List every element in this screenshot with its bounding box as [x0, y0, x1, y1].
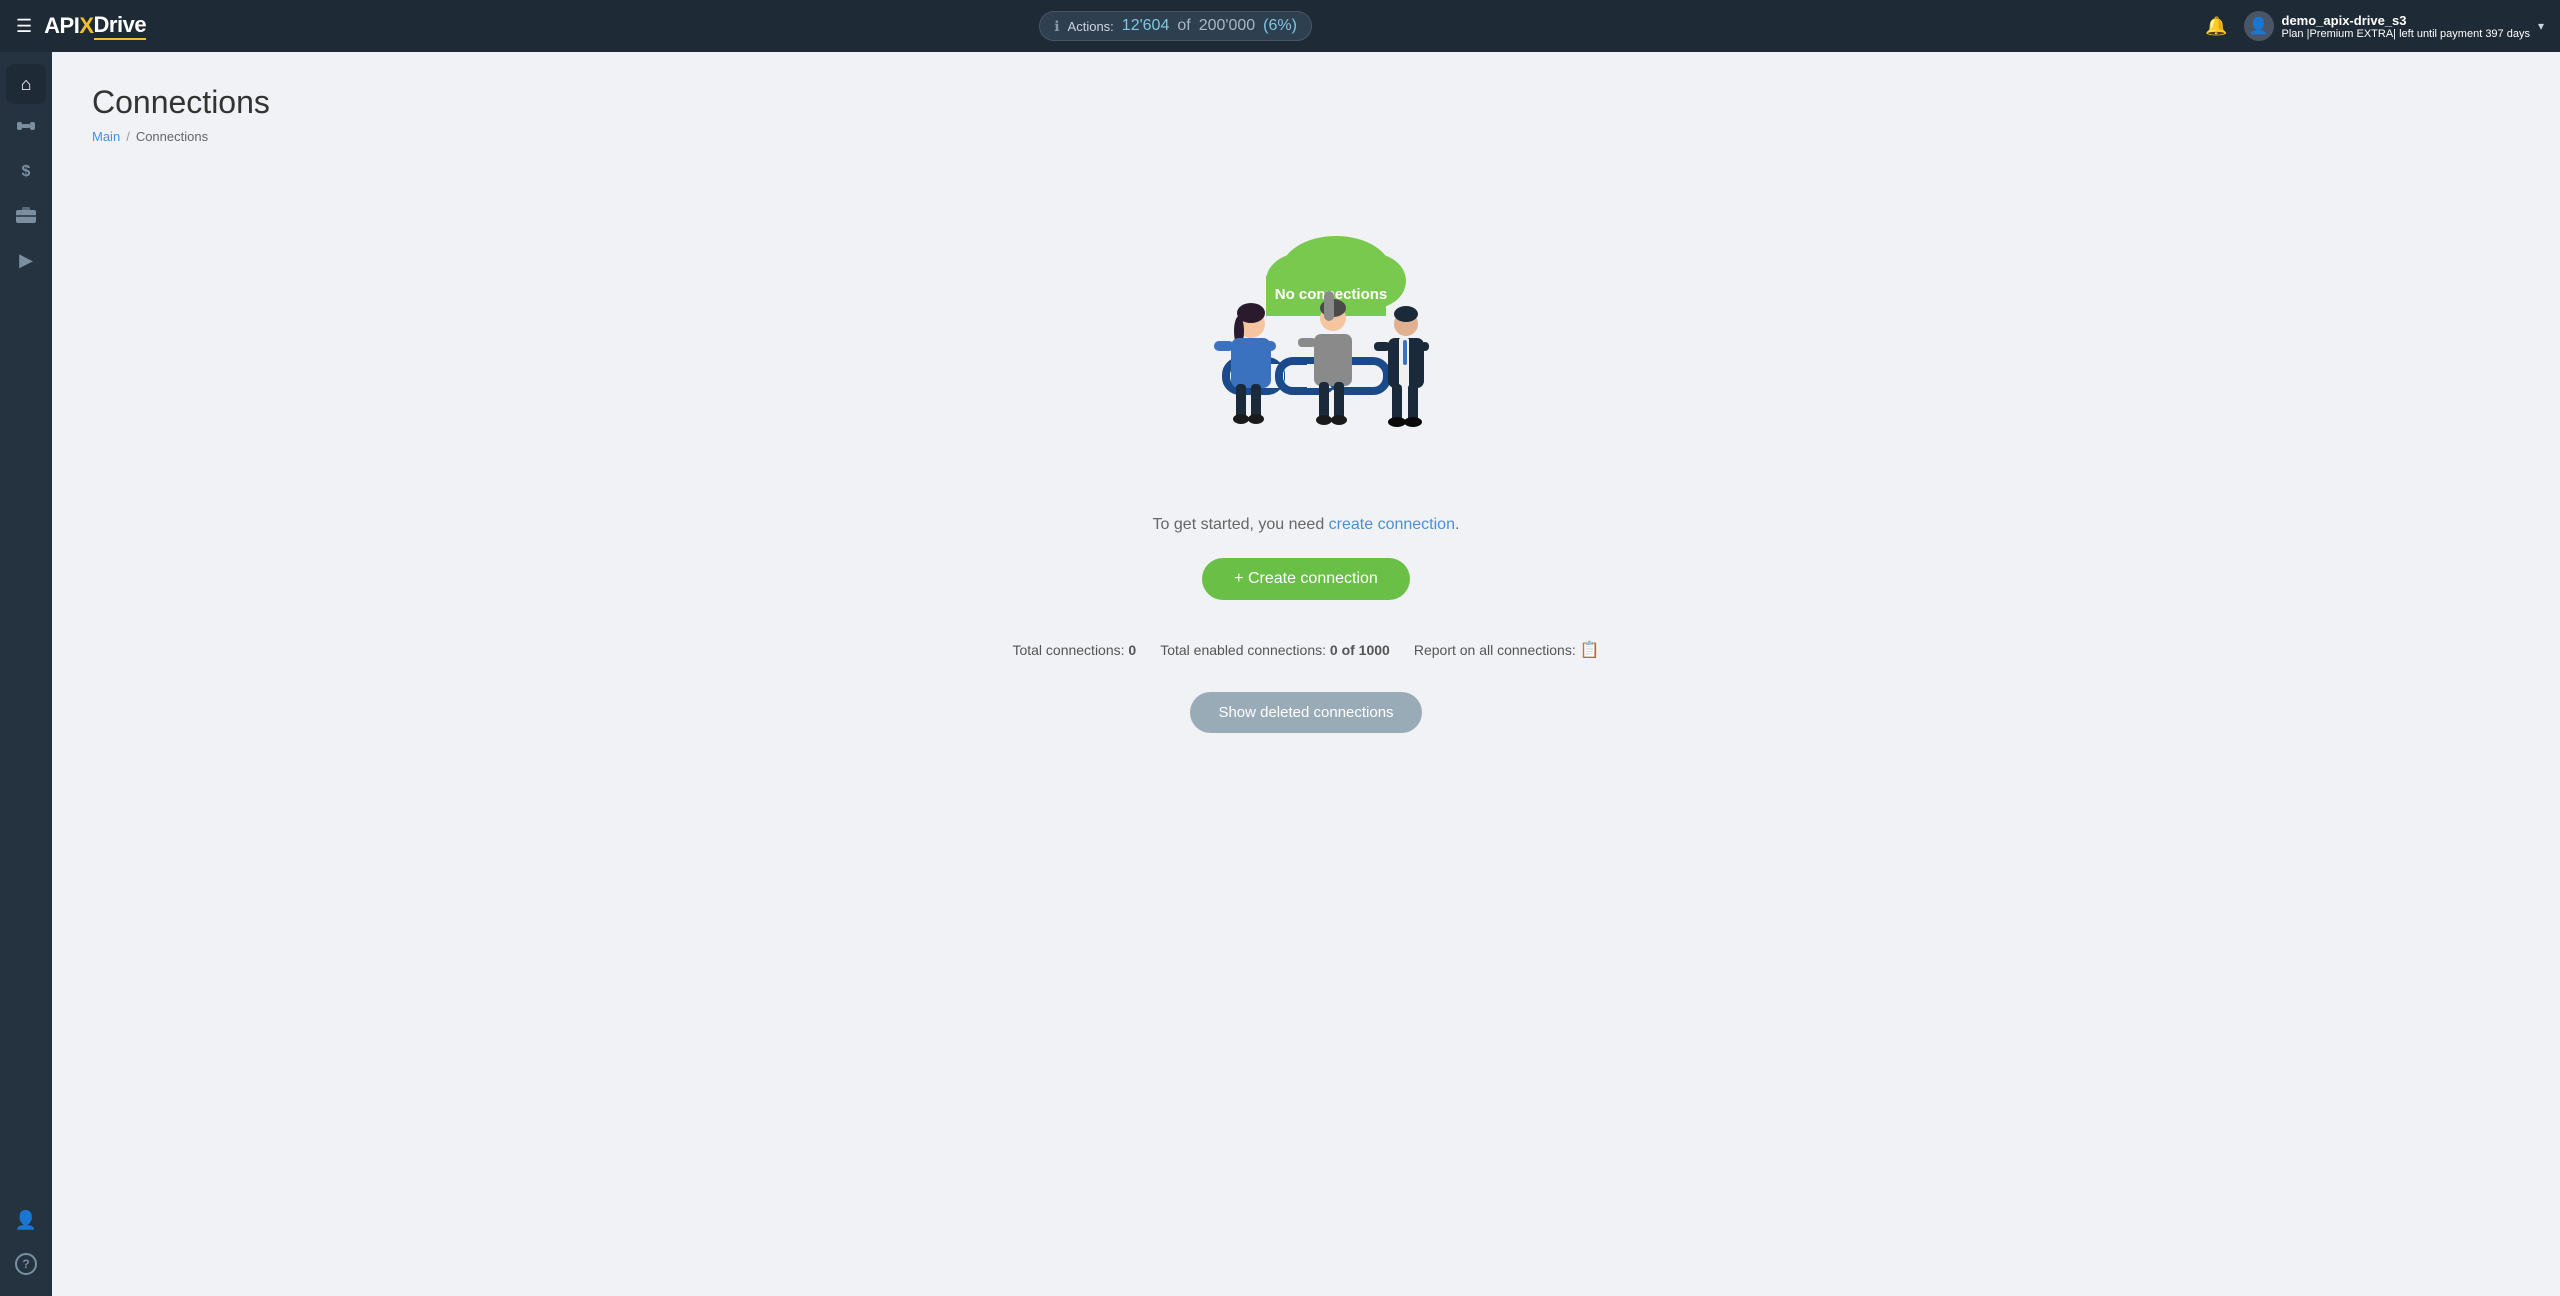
- report-icon[interactable]: 📋: [1580, 642, 1600, 659]
- logo-api-text: API: [44, 13, 79, 39]
- sidebar: ⌂ $ ▶ 👤 ?: [0, 52, 52, 1296]
- account-icon: 👤: [15, 1210, 37, 1231]
- logo-x-text: X: [79, 13, 93, 39]
- empty-state-text-after: .: [1455, 516, 1459, 533]
- page-title: Connections: [92, 84, 2520, 121]
- user-plan: Plan |Premium EXTRA| left until payment …: [2282, 28, 2530, 40]
- actions-pct: (6%): [1263, 17, 1297, 35]
- total-enabled-value: 0 of 1000: [1330, 642, 1390, 658]
- create-connection-link[interactable]: create connection: [1329, 516, 1455, 533]
- header-right: 🔔 👤 demo_apix-drive_s3 Plan |Premium EXT…: [2205, 11, 2544, 41]
- sidebar-item-help[interactable]: ?: [6, 1244, 46, 1284]
- connections-icon: [16, 116, 36, 141]
- total-connections-label: Total connections: 0: [1012, 642, 1136, 658]
- dollar-icon: $: [22, 163, 31, 181]
- total-enabled-label: Total enabled connections: 0 of 1000: [1160, 642, 1390, 658]
- total-connections-value: 0: [1128, 642, 1136, 658]
- stats-row: Total connections: 0 Total enabled conne…: [1012, 640, 1599, 660]
- logo: APIXDrive: [44, 12, 146, 40]
- menu-icon[interactable]: ☰: [16, 16, 32, 37]
- sidebar-item-video[interactable]: ▶: [6, 240, 46, 280]
- actions-of: of: [1177, 17, 1190, 35]
- logo-drive-text: Drive: [94, 12, 147, 40]
- sidebar-item-home[interactable]: ⌂: [6, 64, 46, 104]
- sidebar-item-connections[interactable]: [6, 108, 46, 148]
- header: ☰ APIXDrive ℹ Actions: 12'604 of 200'000…: [0, 0, 2560, 52]
- user-section[interactable]: 👤 demo_apix-drive_s3 Plan |Premium EXTRA…: [2244, 11, 2544, 41]
- sidebar-item-account[interactable]: 👤: [6, 1200, 46, 1240]
- sidebar-item-billing[interactable]: $: [6, 152, 46, 192]
- user-plan-days: 397 days: [2485, 28, 2530, 40]
- create-connection-button[interactable]: + Create connection: [1202, 558, 1410, 600]
- actions-label: Actions:: [1068, 19, 1114, 34]
- illustration: No connections: [1136, 216, 1476, 496]
- help-icon: ?: [15, 1253, 37, 1275]
- breadcrumb: Main / Connections: [92, 129, 2520, 144]
- show-deleted-connections-button[interactable]: Show deleted connections: [1190, 692, 1421, 733]
- chevron-down-icon: ▾: [2538, 19, 2544, 33]
- actions-badge: ℹ Actions: 12'604 of 200'000 (6%): [1039, 11, 1312, 41]
- sidebar-bottom: 👤 ?: [6, 1200, 46, 1284]
- avatar: 👤: [2244, 11, 2274, 41]
- header-center: ℹ Actions: 12'604 of 200'000 (6%): [146, 11, 2205, 41]
- report-label: Report on all connections: 📋: [1414, 640, 1600, 660]
- breadcrumb-home-link[interactable]: Main: [92, 129, 120, 144]
- bell-icon[interactable]: 🔔: [2205, 16, 2227, 37]
- breadcrumb-separator: /: [126, 129, 130, 144]
- home-icon: ⌂: [21, 74, 32, 95]
- play-icon: ▶: [19, 250, 33, 271]
- actions-count: 12'604: [1122, 17, 1170, 35]
- user-name: demo_apix-drive_s3: [2282, 13, 2530, 28]
- breadcrumb-current: Connections: [136, 129, 208, 144]
- empty-state: No connections: [92, 176, 2520, 773]
- actions-total: 200'000: [1199, 17, 1255, 35]
- user-plan-label: Plan |Premium EXTRA| left until payment: [2282, 28, 2483, 40]
- info-icon: ℹ: [1054, 18, 1059, 35]
- user-info: demo_apix-drive_s3 Plan |Premium EXTRA| …: [2282, 13, 2530, 40]
- sidebar-item-services[interactable]: [6, 196, 46, 236]
- empty-state-text-before: To get started, you need: [1153, 516, 1325, 533]
- main-content: Connections Main / Connections No connec…: [52, 52, 2560, 1296]
- empty-state-message: To get started, you need create connecti…: [1153, 516, 1460, 534]
- briefcase-icon: [16, 205, 36, 228]
